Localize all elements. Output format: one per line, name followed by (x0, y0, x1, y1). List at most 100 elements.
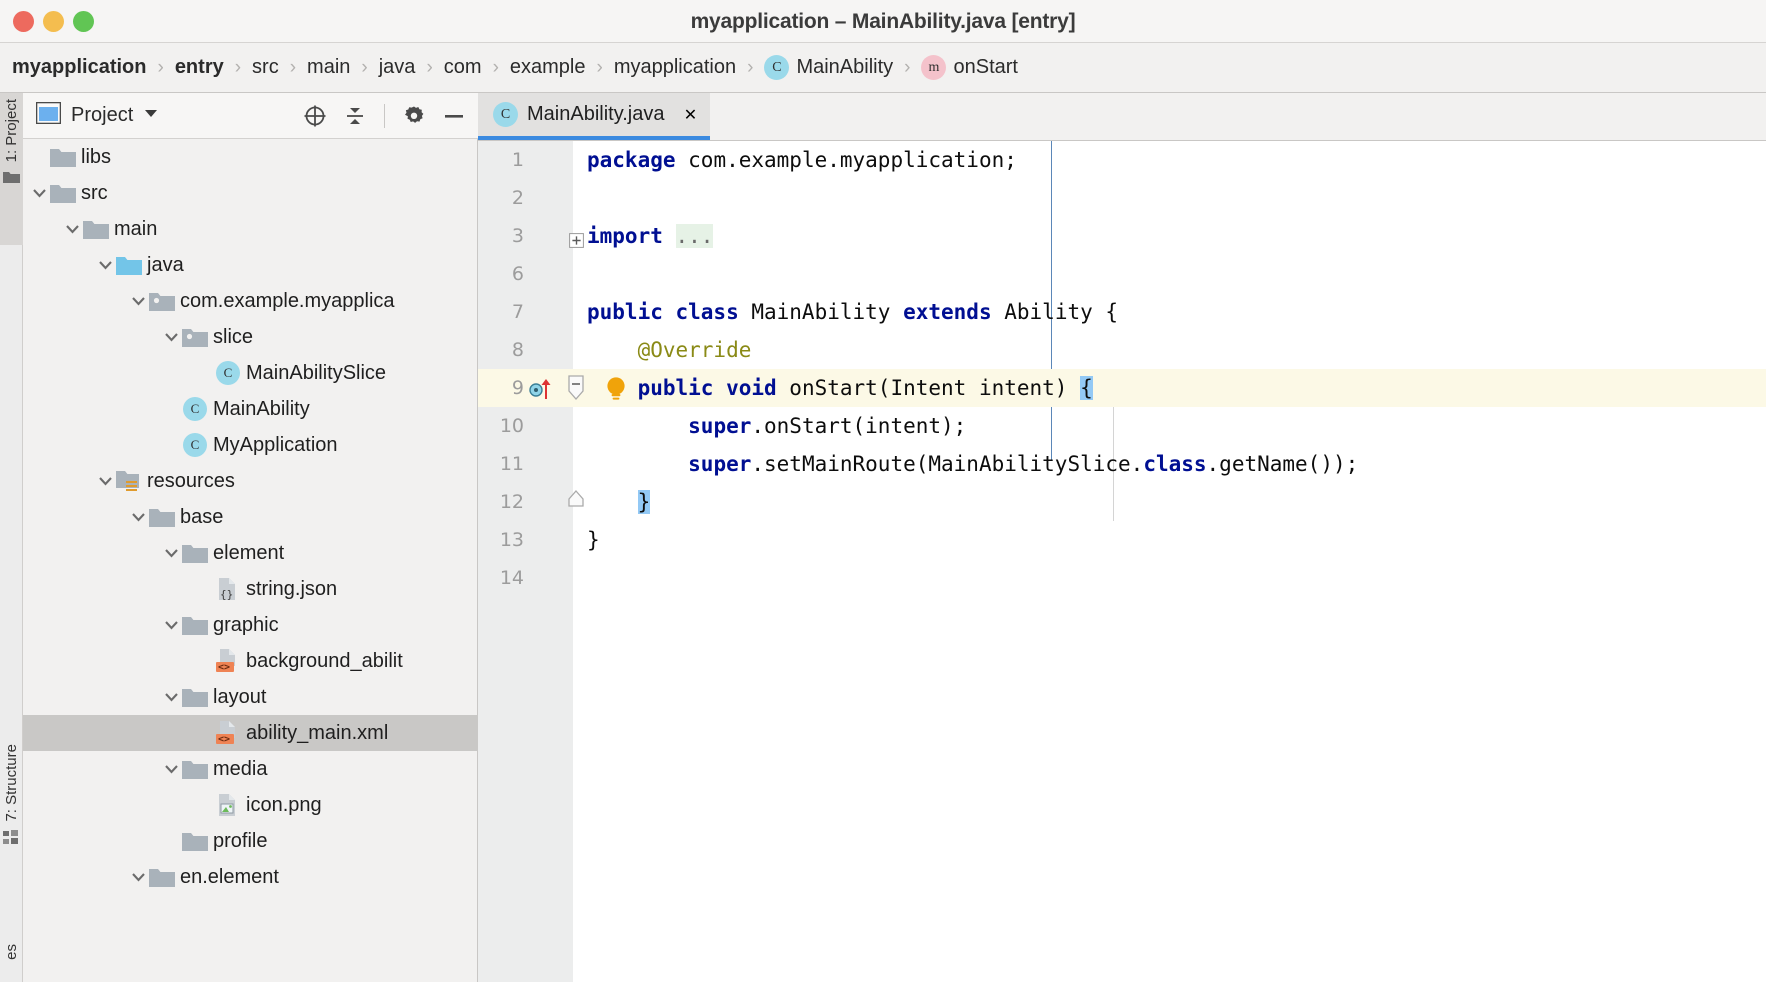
tree-row[interactable]: en.element (23, 859, 478, 895)
chevron-down-icon[interactable] (160, 679, 182, 715)
sidebar-item-project[interactable]: 1: Project (0, 93, 23, 245)
code-editor-content[interactable]: 1package com.example.myapplication;23imp… (478, 141, 1766, 982)
code-line-current[interactable]: 9 public void onStart(Intent intent) { (478, 369, 1766, 407)
chevron-down-icon[interactable] (94, 247, 116, 283)
tree-row-label: com.example.myapplica (180, 290, 395, 313)
structure-blocks-icon (3, 830, 20, 850)
breadcrumb-item-onstart[interactable]: monStart (919, 55, 1019, 80)
code-token: MainAbility (739, 300, 903, 324)
line-number[interactable]: 11 (478, 445, 524, 483)
line-number[interactable]: 14 (478, 559, 524, 597)
breadcrumb-separator: › (226, 57, 250, 79)
code-line[interactable]: 1package com.example.myapplication; (478, 141, 1766, 179)
line-number[interactable]: 10 (478, 407, 524, 445)
line-number[interactable]: 1 (478, 141, 524, 179)
breadcrumb-item-mainability[interactable]: CMainAbility (762, 55, 895, 80)
code-token: .getName()); (1207, 452, 1359, 476)
tree-row[interactable]: <>background_abilit (23, 643, 478, 679)
code-line[interactable]: 7 public class MainAbility extends Abilit… (478, 293, 1766, 331)
fold-expand-icon[interactable] (569, 229, 584, 253)
code-line[interactable]: 13} (478, 521, 1766, 559)
code-line[interactable]: 6 (478, 255, 1766, 293)
tree-row[interactable]: java (23, 247, 478, 283)
chevron-down-icon[interactable] (94, 463, 116, 499)
chevron-down-icon[interactable] (127, 859, 149, 895)
breadcrumb-item-main[interactable]: main (305, 56, 352, 79)
line-number[interactable]: 12 (478, 483, 524, 521)
code-line[interactable]: 11 super.setMainRoute(MainAbilitySlice.c… (478, 445, 1766, 483)
breadcrumb-item-example[interactable]: example (508, 56, 588, 79)
tree-spacer (160, 823, 182, 859)
line-number[interactable]: 13 (478, 521, 524, 559)
fold-collapse-icon[interactable] (566, 375, 586, 410)
tree-row[interactable]: media (23, 751, 478, 787)
tree-row[interactable]: CMainAbility (23, 391, 478, 427)
line-number[interactable]: 9 (478, 369, 524, 407)
code-token: super (688, 452, 751, 476)
tree-row[interactable]: slice (23, 319, 478, 355)
sidebar-item-structure[interactable]: 7: Structure (0, 738, 23, 908)
chevron-down-icon[interactable] (160, 535, 182, 571)
breadcrumb-item-myapplication[interactable]: myapplication (10, 56, 148, 79)
tree-row[interactable]: icon.png (23, 787, 478, 823)
tree-row[interactable]: CMyApplication (23, 427, 478, 463)
breadcrumb-item-src[interactable]: src (250, 56, 281, 79)
project-file-tree[interactable]: libssrcmainjava com.example.myapplica slic… (23, 139, 478, 982)
tree-row[interactable]: graphic (23, 607, 478, 643)
breadcrumb-item-com[interactable]: com (442, 56, 484, 79)
editor-tab-mainability[interactable]: C MainAbility.java ✕ (478, 93, 710, 140)
chevron-down-icon[interactable] (160, 319, 182, 355)
hide-icon[interactable] (438, 100, 470, 132)
tree-row[interactable]: src (23, 175, 478, 211)
code-line[interactable]: 3import ... (478, 217, 1766, 255)
close-icon[interactable]: ✕ (677, 102, 703, 128)
code-line[interactable]: 8 @Override (478, 331, 1766, 369)
line-number[interactable]: 7 (478, 293, 524, 331)
chevron-down-icon[interactable] (160, 751, 182, 787)
tree-row[interactable]: resources (23, 463, 478, 499)
tree-spacer (28, 139, 50, 175)
left-tool-window-strip: 1: Project 7: Structure es (0, 93, 23, 982)
chevron-down-icon[interactable] (28, 175, 50, 211)
tree-row[interactable]: element (23, 535, 478, 571)
tree-row[interactable]: libs (23, 139, 478, 175)
tree-row[interactable]: CMainAbilitySlice (23, 355, 478, 391)
line-number[interactable]: 2 (478, 179, 524, 217)
chevron-down-icon[interactable] (127, 283, 149, 319)
tree-row-label: icon.png (246, 794, 322, 817)
line-number[interactable]: 8 (478, 331, 524, 369)
tree-row[interactable]: profile (23, 823, 478, 859)
tree-row[interactable]: main (23, 211, 478, 247)
fold-region-end-icon[interactable] (566, 489, 586, 516)
code-line[interactable]: 10 super.onStart(intent); (478, 407, 1766, 445)
tree-row[interactable]: layout (23, 679, 478, 715)
line-number[interactable]: 6 (478, 255, 524, 293)
sidebar-item-favorites[interactable]: es (0, 938, 23, 982)
tree-row-label: MyApplication (213, 434, 338, 457)
project-view-icon (36, 102, 61, 129)
tree-row-selected[interactable]: <>ability_main.xml (23, 715, 478, 751)
tree-row[interactable]: {}string.json (23, 571, 478, 607)
chevron-down-icon[interactable] (61, 211, 83, 247)
locate-icon[interactable] (299, 100, 331, 132)
breadcrumb-item-java[interactable]: java (377, 56, 418, 79)
code-line-text: } (587, 521, 600, 559)
overriding-method-icon[interactable] (529, 377, 553, 406)
code-line[interactable]: 2 (478, 179, 1766, 217)
code-token: super (688, 414, 751, 438)
code-line-text: public class MainAbility extends Ability… (587, 293, 1118, 331)
collapse-all-icon[interactable] (339, 100, 371, 132)
tree-row[interactable]: com.example.myapplica (23, 283, 478, 319)
line-number[interactable]: 3 (478, 217, 524, 255)
tree-row-label: resources (147, 470, 235, 493)
breadcrumb-item-entry[interactable]: entry (173, 56, 226, 79)
project-panel-title-group[interactable]: Project (23, 102, 159, 129)
code-line[interactable]: 12 } (478, 483, 1766, 521)
gear-icon[interactable] (398, 100, 430, 132)
breadcrumb-item-myapplication[interactable]: myapplication (612, 56, 738, 79)
code-line[interactable]: 14 (478, 559, 1766, 597)
chevron-down-icon[interactable] (160, 607, 182, 643)
chevron-down-icon[interactable] (127, 499, 149, 535)
chevron-down-icon[interactable] (143, 106, 159, 125)
tree-row[interactable]: base (23, 499, 478, 535)
